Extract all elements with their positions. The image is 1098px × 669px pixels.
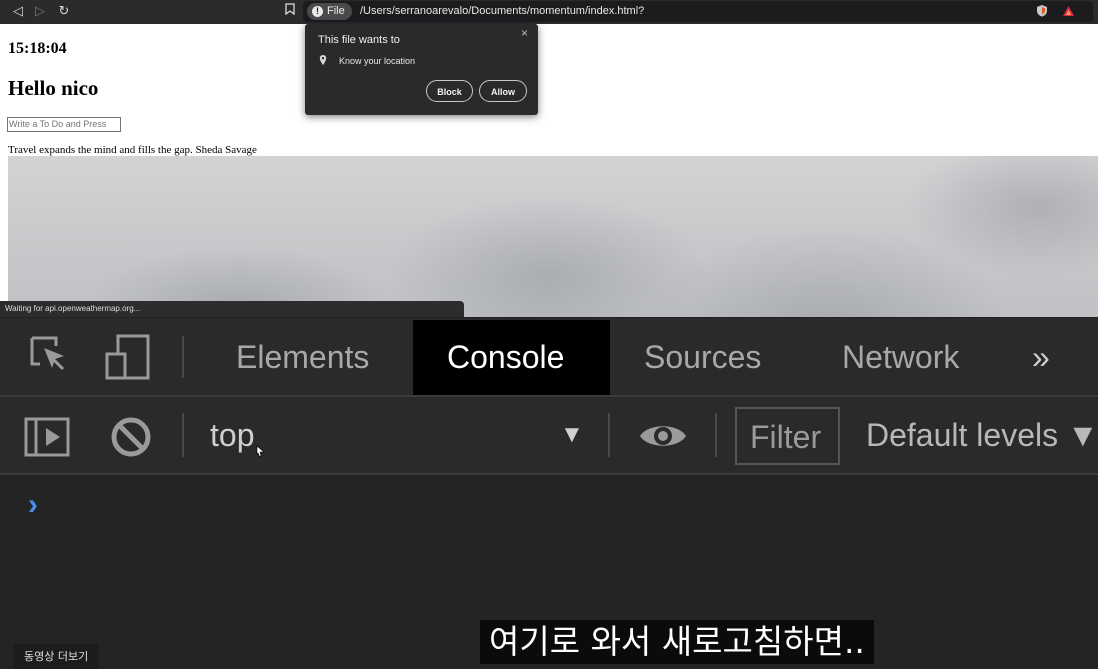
background-image bbox=[8, 156, 1098, 317]
device-toolbar-icon[interactable] bbox=[104, 334, 152, 382]
chevron-right-icon: ▷ bbox=[35, 3, 45, 18]
browser-toolbar: ◁ ▷ ↻ ! File /Users/serranoarevalo/Docum… bbox=[0, 0, 1098, 24]
allow-button[interactable]: Allow bbox=[479, 80, 527, 102]
toolbar-separator bbox=[182, 413, 184, 457]
toolbar-separator bbox=[608, 413, 610, 457]
url-text[interactable]: /Users/serranoarevalo/Documents/momentum… bbox=[360, 4, 644, 19]
forward-button[interactable]: ▷ bbox=[32, 3, 48, 19]
toolbar-separator bbox=[715, 413, 717, 457]
clock: 15:18:04 bbox=[8, 40, 67, 57]
back-button[interactable]: ◁ bbox=[10, 3, 26, 19]
mouse-cursor-icon bbox=[256, 445, 265, 457]
bookmark-icon bbox=[285, 3, 295, 16]
more-videos-button[interactable]: 동영상 더보기 bbox=[14, 644, 99, 669]
brave-rewards-icon[interactable] bbox=[1062, 5, 1075, 17]
web-page: 15:18:04 Hello nico Travel expands the m… bbox=[0, 24, 1098, 317]
context-selector[interactable]: top bbox=[210, 417, 254, 454]
quote-text: Travel expands the mind and fills the ga… bbox=[8, 144, 257, 156]
more-tabs-icon[interactable]: » bbox=[1032, 338, 1050, 376]
live-expression-eye-icon[interactable] bbox=[638, 419, 688, 453]
todo-input[interactable] bbox=[7, 117, 121, 132]
reload-button[interactable]: ↻ bbox=[56, 3, 72, 19]
tab-separator bbox=[182, 336, 184, 378]
tab-sources[interactable]: Sources bbox=[644, 338, 761, 376]
info-icon: ! bbox=[312, 6, 323, 17]
permission-request-text: Know your location bbox=[339, 56, 416, 66]
chevron-left-icon: ◁ bbox=[13, 3, 23, 18]
console-prompt-icon[interactable]: › bbox=[28, 488, 38, 522]
bookmark-button[interactable] bbox=[282, 3, 298, 19]
show-sidebar-icon[interactable] bbox=[24, 417, 70, 457]
tab-elements[interactable]: Elements bbox=[236, 338, 369, 376]
chevron-down-icon[interactable]: ▼ bbox=[560, 421, 584, 449]
loading-status-bar: Waiting for api.openweathermap.org... bbox=[0, 301, 464, 317]
close-icon[interactable]: × bbox=[521, 26, 528, 40]
location-permission-popup: This file wants to × Know your location … bbox=[305, 24, 538, 115]
greeting-heading: Hello nico bbox=[8, 76, 99, 100]
location-pin-icon bbox=[319, 55, 327, 65]
console-toolbar: top ▼ Filter Default levels ▼ bbox=[0, 397, 1098, 475]
site-info-chip[interactable]: ! File bbox=[307, 3, 352, 20]
reload-icon: ↻ bbox=[58, 3, 70, 18]
devtools-panel: Elements Console Sources Network » top ▼ bbox=[0, 318, 1098, 669]
tab-network[interactable]: Network bbox=[842, 338, 959, 376]
clear-console-icon[interactable] bbox=[110, 416, 152, 458]
block-button[interactable]: Block bbox=[426, 80, 473, 102]
tab-console[interactable]: Console bbox=[447, 338, 564, 376]
filter-placeholder: Filter bbox=[750, 419, 822, 455]
scheme-label: File bbox=[327, 5, 345, 17]
permission-title: This file wants to bbox=[318, 34, 400, 46]
devtools-tab-bar: Elements Console Sources Network » bbox=[0, 318, 1098, 397]
log-levels-dropdown[interactable]: Default levels ▼ bbox=[866, 417, 1098, 454]
toolbar-extensions bbox=[1036, 4, 1075, 17]
inspect-element-icon[interactable] bbox=[28, 334, 72, 378]
brave-shield-icon[interactable] bbox=[1036, 4, 1048, 17]
video-subtitle: 여기로 와서 새로고침하면.. bbox=[480, 620, 874, 664]
